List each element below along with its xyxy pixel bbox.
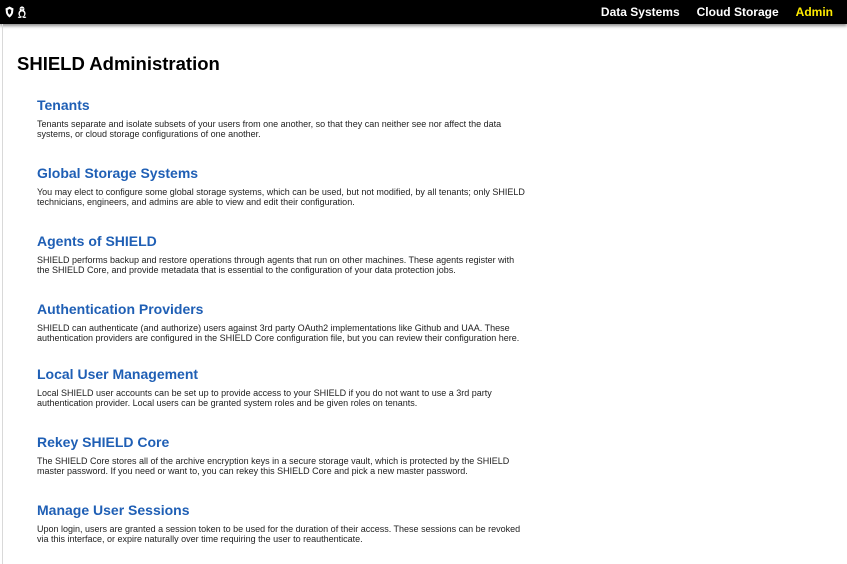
section-manage-user-sessions: Manage User Sessions Upon login, users a… [37, 501, 537, 544]
section-tenants: Tenants Tenants separate and isolate sub… [37, 96, 537, 139]
manage-user-sessions-description: Upon login, users are granted a session … [37, 524, 521, 544]
shield-logo-icon [5, 6, 14, 18]
tenants-description: Tenants separate and isolate subsets of … [37, 119, 502, 139]
page-title: SHIELD Administration [17, 53, 220, 74]
section-global-storage-systems: Global Storage Systems You may elect to … [37, 164, 537, 207]
section-agents-of-shield: Agents of SHIELD SHIELD performs backup … [37, 232, 537, 275]
rekey-shield-core-link[interactable]: Rekey SHIELD Core [37, 433, 537, 451]
agents-of-shield-link[interactable]: Agents of SHIELD [37, 232, 537, 250]
global-storage-systems-link[interactable]: Global Storage Systems [37, 164, 537, 182]
tenants-link[interactable]: Tenants [37, 96, 537, 114]
authentication-providers-description: SHIELD can authenticate (and authorize) … [37, 323, 520, 343]
main-nav: Data Systems Cloud Storage Admin [601, 0, 833, 24]
agents-of-shield-description: SHIELD performs backup and restore opera… [37, 255, 515, 275]
admin-sections: Tenants Tenants separate and isolate sub… [37, 96, 537, 544]
local-user-management-link[interactable]: Local User Management [37, 365, 537, 383]
section-authentication-providers: Authentication Providers SHIELD can auth… [37, 300, 537, 343]
nav-cloud-storage[interactable]: Cloud Storage [697, 5, 779, 19]
nav-admin[interactable]: Admin [796, 5, 833, 19]
top-nav-bar: Data Systems Cloud Storage Admin [0, 0, 847, 24]
rekey-shield-core-description: The SHIELD Core stores all of the archiv… [37, 456, 510, 476]
nav-data-systems[interactable]: Data Systems [601, 5, 680, 19]
linux-penguin-icon [17, 6, 27, 18]
section-rekey-shield-core: Rekey SHIELD Core The SHIELD Core stores… [37, 433, 537, 476]
left-border-divider [2, 24, 3, 564]
authentication-providers-link[interactable]: Authentication Providers [37, 300, 537, 318]
local-user-management-description: Local SHIELD user accounts can be set up… [37, 388, 492, 408]
section-local-user-management: Local User Management Local SHIELD user … [37, 365, 537, 408]
logo[interactable] [5, 4, 27, 20]
manage-user-sessions-link[interactable]: Manage User Sessions [37, 501, 537, 519]
global-storage-systems-description: You may elect to configure some global s… [37, 187, 525, 207]
